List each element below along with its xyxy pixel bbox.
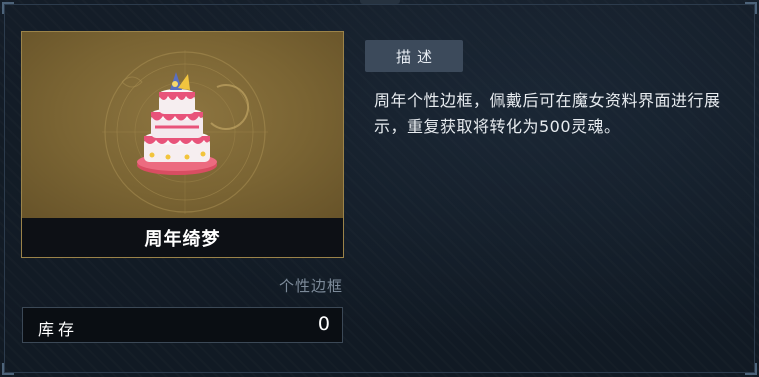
item-name-bar: 周年绮梦 [22,218,343,257]
frame-corner [2,363,14,375]
stock-value: 0 [317,313,330,335]
item-name: 周年绮梦 [144,228,221,250]
anniversary-cake-icon [102,50,268,214]
item-type-label: 个性边框 [278,277,343,295]
item-detail-panel: 周年绮梦 个性边框 库存 0 描述 周年个性边框，佩戴后可在魔女资料界面进行展示… [0,0,759,377]
frame-corner [2,2,14,14]
tab-description[interactable]: 描述 [365,40,463,72]
frame-corner [745,2,757,14]
stock-label: 库存 [38,320,79,339]
frame-corner [745,363,757,375]
description-text: 周年个性边框，佩戴后可在魔女资料界面进行展示，重复获取将转化为500灵魂。 [374,91,721,136]
top-notch [360,0,400,4]
item-card[interactable]: 周年绮梦 [21,31,344,258]
stock-box: 库存 0 [22,307,343,343]
tab-description-label: 描述 [395,47,438,66]
item-art [22,32,343,218]
